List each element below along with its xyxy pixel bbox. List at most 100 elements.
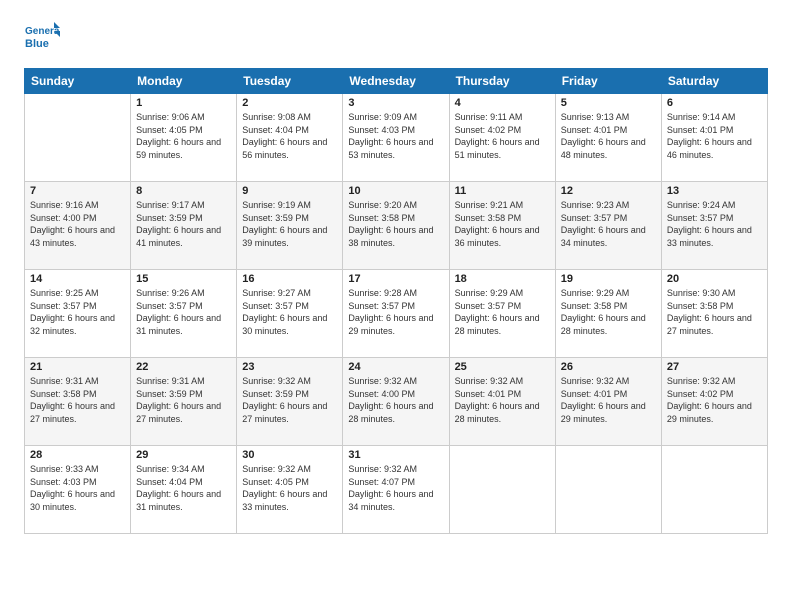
day-header-thursday: Thursday xyxy=(449,69,555,94)
day-info: Sunrise: 9:32 AMSunset: 3:59 PMDaylight:… xyxy=(242,375,337,425)
calendar-cell: 12 Sunrise: 9:23 AMSunset: 3:57 PMDayligh… xyxy=(555,182,661,270)
calendar-cell: 27Sunrise: 9:32 AMSunset: 4:02 PMDayligh… xyxy=(661,358,767,446)
calendar-table: SundayMondayTuesdayWednesdayThursdayFrid… xyxy=(24,68,768,534)
calendar-week-3: 14 Sunrise: 9:25 AMSunset: 3:57 PMDayligh… xyxy=(25,270,768,358)
day-number: 18 xyxy=(455,273,550,285)
day-info: Sunrise: 9:11 AMSunset: 4:02 PMDaylight:… xyxy=(455,111,550,161)
day-header-friday: Friday xyxy=(555,69,661,94)
day-number: 23 xyxy=(242,361,337,373)
day-number: 14 xyxy=(30,273,125,285)
day-number: 2 xyxy=(242,97,337,109)
day-number: 1 xyxy=(136,97,231,109)
day-info: Sunrise: 9:19 AMSunset: 3:59 PMDaylight:… xyxy=(242,199,337,249)
page: General Blue SundayMondayTuesdayWednesda… xyxy=(0,0,792,612)
calendar-cell: 6Sunrise: 9:14 AMSunset: 4:01 PMDaylight… xyxy=(661,94,767,182)
calendar-cell: 25 Sunrise: 9:32 AMSunset: 4:01 PMDayligh… xyxy=(449,358,555,446)
day-info: Sunrise: 9:33 AMSunset: 4:03 PMDaylight:… xyxy=(30,463,125,513)
logo: General Blue xyxy=(24,20,60,56)
calendar-cell: 13 Sunrise: 9:24 AMSunset: 3:57 PMDayligh… xyxy=(661,182,767,270)
calendar-cell: 4 Sunrise: 9:11 AMSunset: 4:02 PMDaylight… xyxy=(449,94,555,182)
day-number: 13 xyxy=(667,185,762,197)
day-info: Sunrise: 9:34 AMSunset: 4:04 PMDaylight:… xyxy=(136,463,231,513)
day-number: 9 xyxy=(242,185,337,197)
day-number: 8 xyxy=(136,185,231,197)
calendar-cell: 11Sunrise: 9:21 AMSunset: 3:58 PMDayligh… xyxy=(449,182,555,270)
day-info: Sunrise: 9:29 AMSunset: 3:58 PMDaylight:… xyxy=(561,287,656,337)
day-header-saturday: Saturday xyxy=(661,69,767,94)
day-info: Sunrise: 9:25 AMSunset: 3:57 PMDaylight:… xyxy=(30,287,125,337)
calendar-cell: 18 Sunrise: 9:29 AMSunset: 3:57 PMDayligh… xyxy=(449,270,555,358)
day-info: Sunrise: 9:32 AMSunset: 4:05 PMDaylight:… xyxy=(242,463,337,513)
day-number: 28 xyxy=(30,449,125,461)
day-number: 29 xyxy=(136,449,231,461)
calendar-cell: 30 Sunrise: 9:32 AMSunset: 4:05 PMDayligh… xyxy=(237,446,343,534)
day-info: Sunrise: 9:32 AMSunset: 4:00 PMDaylight:… xyxy=(348,375,443,425)
day-number: 5 xyxy=(561,97,656,109)
day-info: Sunrise: 9:32 AMSunset: 4:01 PMDaylight:… xyxy=(455,375,550,425)
day-info: Sunrise: 9:13 AMSunset: 4:01 PMDaylight:… xyxy=(561,111,656,161)
calendar-cell: 10 Sunrise: 9:20 AMSunset: 3:58 PMDayligh… xyxy=(343,182,449,270)
calendar-cell: 2 Sunrise: 9:08 AMSunset: 4:04 PMDaylight… xyxy=(237,94,343,182)
calendar-cell: 23 Sunrise: 9:32 AMSunset: 3:59 PMDayligh… xyxy=(237,358,343,446)
day-number: 19 xyxy=(561,273,656,285)
day-number: 15 xyxy=(136,273,231,285)
calendar-cell: 8 Sunrise: 9:17 AMSunset: 3:59 PMDaylight… xyxy=(131,182,237,270)
day-number: 17 xyxy=(348,273,443,285)
day-header-wednesday: Wednesday xyxy=(343,69,449,94)
day-number: 16 xyxy=(242,273,337,285)
day-number: 10 xyxy=(348,185,443,197)
day-info: Sunrise: 9:23 AMSunset: 3:57 PMDaylight:… xyxy=(561,199,656,249)
day-info: Sunrise: 9:32 AMSunset: 4:01 PMDaylight:… xyxy=(561,375,656,425)
calendar-cell: 3Sunrise: 9:09 AMSunset: 4:03 PMDaylight… xyxy=(343,94,449,182)
day-number: 25 xyxy=(455,361,550,373)
day-number: 6 xyxy=(667,97,762,109)
day-info: Sunrise: 9:16 AMSunset: 4:00 PMDaylight:… xyxy=(30,199,125,249)
day-header-sunday: Sunday xyxy=(25,69,131,94)
calendar-week-2: 7 Sunrise: 9:16 AMSunset: 4:00 PMDaylight… xyxy=(25,182,768,270)
day-info: Sunrise: 9:17 AMSunset: 3:59 PMDaylight:… xyxy=(136,199,231,249)
day-number: 7 xyxy=(30,185,125,197)
calendar-cell: 29 Sunrise: 9:34 AMSunset: 4:04 PMDayligh… xyxy=(131,446,237,534)
day-number: 21 xyxy=(30,361,125,373)
day-info: Sunrise: 9:29 AMSunset: 3:57 PMDaylight:… xyxy=(455,287,550,337)
day-number: 30 xyxy=(242,449,337,461)
svg-text:Blue: Blue xyxy=(25,38,49,50)
calendar-cell xyxy=(661,446,767,534)
day-number: 11 xyxy=(455,185,550,197)
day-header-tuesday: Tuesday xyxy=(237,69,343,94)
calendar-cell: 19 Sunrise: 9:29 AMSunset: 3:58 PMDayligh… xyxy=(555,270,661,358)
day-number: 31 xyxy=(348,449,443,461)
day-info: Sunrise: 9:32 AMSunset: 4:07 PMDaylight:… xyxy=(348,463,443,513)
calendar-cell: 1Sunrise: 9:06 AMSunset: 4:05 PMDaylight… xyxy=(131,94,237,182)
day-number: 22 xyxy=(136,361,231,373)
day-info: Sunrise: 9:20 AMSunset: 3:58 PMDaylight:… xyxy=(348,199,443,249)
day-number: 3 xyxy=(348,97,443,109)
day-info: Sunrise: 9:31 AMSunset: 3:58 PMDaylight:… xyxy=(30,375,125,425)
day-number: 24 xyxy=(348,361,443,373)
calendar-week-5: 28 Sunrise: 9:33 AMSunset: 4:03 PMDayligh… xyxy=(25,446,768,534)
calendar-cell: 15Sunrise: 9:26 AMSunset: 3:57 PMDayligh… xyxy=(131,270,237,358)
calendar-cell: 17 Sunrise: 9:28 AMSunset: 3:57 PMDayligh… xyxy=(343,270,449,358)
day-header-monday: Monday xyxy=(131,69,237,94)
calendar-week-1: 1Sunrise: 9:06 AMSunset: 4:05 PMDaylight… xyxy=(25,94,768,182)
day-number: 26 xyxy=(561,361,656,373)
day-number: 4 xyxy=(455,97,550,109)
calendar-cell xyxy=(449,446,555,534)
calendar-week-4: 21 Sunrise: 9:31 AMSunset: 3:58 PMDayligh… xyxy=(25,358,768,446)
day-info: Sunrise: 9:24 AMSunset: 3:57 PMDaylight:… xyxy=(667,199,762,249)
calendar-cell xyxy=(25,94,131,182)
logo-svg: General Blue xyxy=(24,20,60,56)
day-info: Sunrise: 9:31 AMSunset: 3:59 PMDaylight:… xyxy=(136,375,231,425)
day-info: Sunrise: 9:32 AMSunset: 4:02 PMDaylight:… xyxy=(667,375,762,425)
calendar-cell: 31 Sunrise: 9:32 AMSunset: 4:07 PMDayligh… xyxy=(343,446,449,534)
day-number: 12 xyxy=(561,185,656,197)
calendar-cell: 28 Sunrise: 9:33 AMSunset: 4:03 PMDayligh… xyxy=(25,446,131,534)
calendar-cell: 16 Sunrise: 9:27 AMSunset: 3:57 PMDayligh… xyxy=(237,270,343,358)
day-info: Sunrise: 9:28 AMSunset: 3:57 PMDaylight:… xyxy=(348,287,443,337)
day-info: Sunrise: 9:08 AMSunset: 4:04 PMDaylight:… xyxy=(242,111,337,161)
day-info: Sunrise: 9:30 AMSunset: 3:58 PMDaylight:… xyxy=(667,287,762,337)
header: General Blue xyxy=(24,20,768,56)
calendar-cell: 20Sunrise: 9:30 AMSunset: 3:58 PMDayligh… xyxy=(661,270,767,358)
day-info: Sunrise: 9:27 AMSunset: 3:57 PMDaylight:… xyxy=(242,287,337,337)
calendar-cell: 9 Sunrise: 9:19 AMSunset: 3:59 PMDaylight… xyxy=(237,182,343,270)
